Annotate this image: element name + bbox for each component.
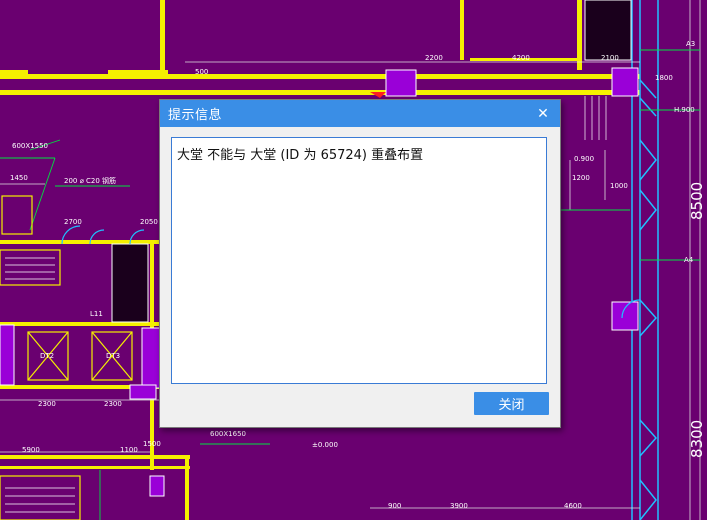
level-label: ±0.000: [312, 441, 338, 449]
info-dialog: 提示信息 ✕ 大堂 不能与 大堂 (ID 为 65724) 重叠布置 关闭: [159, 99, 561, 428]
dim-label: 5900: [22, 446, 40, 454]
axis-label: A4: [684, 256, 694, 264]
dim-label: 900: [388, 502, 401, 510]
dim-label: 2050: [140, 218, 158, 226]
dim-label: 2300: [38, 400, 56, 408]
dim-label: 2100: [601, 54, 619, 62]
dim-label: 1500: [143, 440, 161, 448]
dim-label: 2200: [425, 54, 443, 62]
dim-label: 1450: [10, 174, 28, 182]
dim-label-8300: 8300: [688, 420, 706, 458]
dim-label: 4600: [564, 502, 582, 510]
close-icon[interactable]: ✕: [534, 105, 552, 123]
height-label: 0.900: [574, 155, 594, 163]
elevator-label: DT2: [40, 352, 54, 360]
dim-label: 1100: [120, 446, 138, 454]
beam-label: 600X1650: [210, 430, 246, 438]
dim-label: 1000: [610, 182, 628, 190]
dim-label: 1200: [572, 174, 590, 182]
dim-label: 4200: [512, 54, 530, 62]
message-text: 大堂 不能与 大堂 (ID 为 65724) 重叠布置: [177, 148, 424, 163]
rebar-label: 200 ⌀ C20 钢筋: [64, 176, 116, 185]
dim-label: 1800: [655, 74, 673, 82]
dim-label: 2300: [104, 400, 122, 408]
dialog-title: 提示信息: [168, 107, 223, 122]
dim-label: 3900: [450, 502, 468, 510]
dim-label: 500: [195, 68, 208, 76]
height-label: H.900: [674, 106, 695, 114]
close-button[interactable]: 关闭: [474, 392, 549, 415]
dim-label: 2700: [64, 218, 82, 226]
beam-label: 600X1550: [12, 142, 48, 150]
dim-label-8500: 8500: [688, 182, 706, 220]
room-label: L11: [90, 310, 103, 318]
elevator-label: DT3: [106, 352, 120, 360]
dialog-titlebar[interactable]: 提示信息 ✕: [160, 100, 560, 127]
message-textbox[interactable]: 大堂 不能与 大堂 (ID 为 65724) 重叠布置: [171, 137, 547, 384]
axis-label: A3: [686, 40, 695, 48]
